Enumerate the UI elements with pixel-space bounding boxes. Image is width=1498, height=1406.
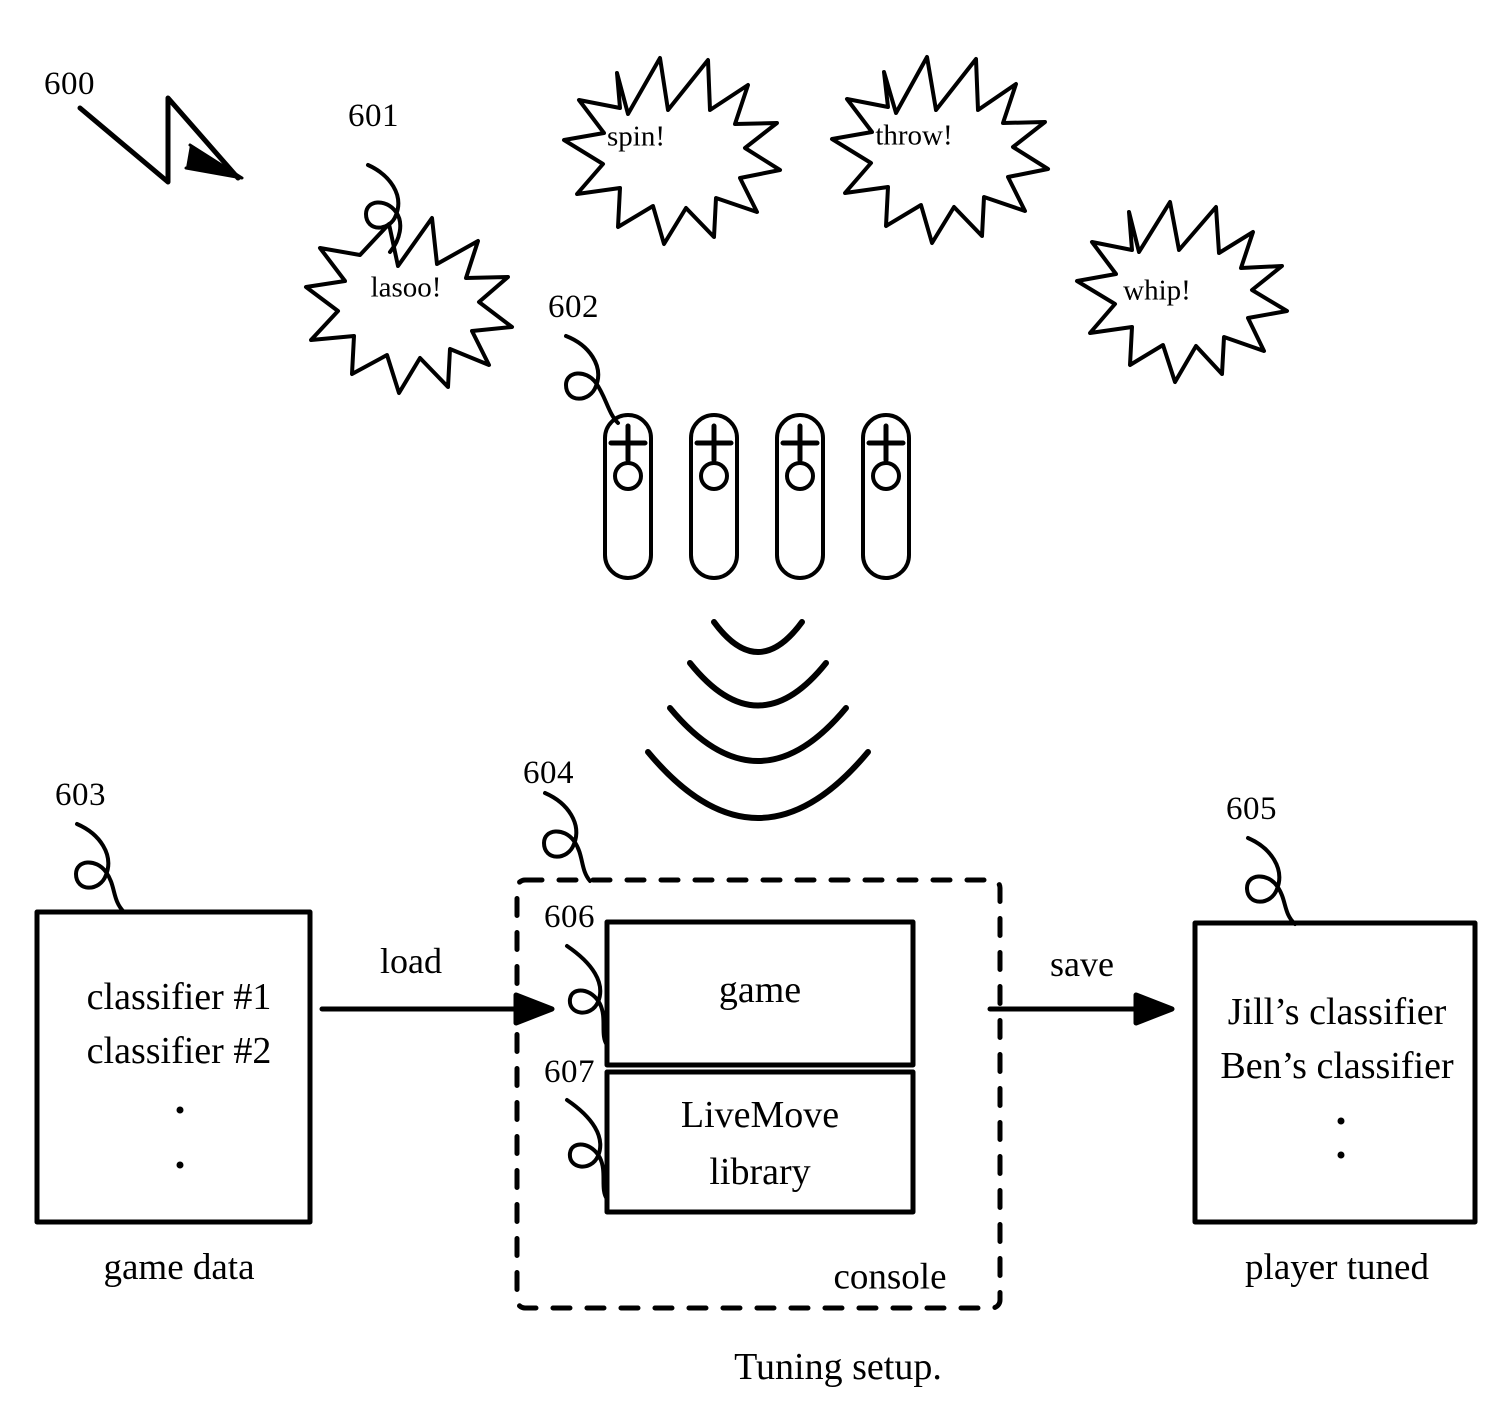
leader-605 bbox=[1245, 836, 1297, 926]
leader-601 bbox=[364, 163, 403, 254]
game-data-line-1: classifier #1 bbox=[86, 976, 272, 1018]
leader-606 bbox=[565, 944, 609, 1047]
ref-numeral-601: 601 bbox=[348, 98, 399, 134]
figure-leader-arrow-600 bbox=[77, 95, 244, 185]
controller-2 bbox=[689, 413, 739, 580]
ref-numeral-604: 604 bbox=[523, 755, 574, 791]
gesture-burst-label-lasoo: lasoo! bbox=[370, 271, 442, 304]
ref-numeral-605: 605 bbox=[1226, 791, 1277, 827]
leader-604 bbox=[542, 791, 592, 883]
controller-1 bbox=[603, 413, 653, 580]
game-data-line-2: classifier #2 bbox=[86, 1030, 272, 1072]
player-tuned-ellipsis-dot-1 bbox=[1337, 1117, 1345, 1125]
load-arrow bbox=[319, 992, 555, 1026]
player-tuned-ellipsis-dot-2 bbox=[1337, 1151, 1345, 1159]
livemove-module-label-line-1: LiveMove bbox=[680, 1094, 840, 1136]
game-data-ellipsis-dot-1 bbox=[176, 1106, 184, 1114]
player-tuned-caption: player tuned bbox=[1245, 1247, 1429, 1288]
game-data-ellipsis-dot-2 bbox=[176, 1161, 184, 1169]
gesture-burst-lasoo bbox=[304, 216, 514, 395]
controller-4 bbox=[861, 413, 911, 580]
figure-line-art bbox=[34, 55, 1478, 1311]
livemove-module-label-line-2: library bbox=[709, 1151, 811, 1193]
player-tuned-line-1: Jill’s classifier bbox=[1227, 991, 1447, 1033]
load-arrow-label: load bbox=[380, 941, 442, 981]
leader-607 bbox=[565, 1098, 609, 1201]
wireless-signal-arcs bbox=[645, 619, 871, 821]
console-caption: console bbox=[833, 1256, 947, 1298]
ref-numeral-606: 606 bbox=[544, 899, 595, 935]
leader-602 bbox=[564, 334, 620, 425]
gesture-burst-label-whip: whip! bbox=[1123, 274, 1191, 307]
controller-3 bbox=[775, 413, 825, 580]
ref-numeral-607: 607 bbox=[544, 1054, 595, 1090]
game-data-caption: game data bbox=[103, 1247, 255, 1288]
ref-numeral-600: 600 bbox=[44, 66, 95, 102]
gesture-burst-label-spin: spin! bbox=[607, 120, 665, 153]
save-arrow bbox=[987, 992, 1175, 1026]
gesture-burst-spin bbox=[562, 56, 782, 246]
patent-figure-tuning-setup: 600 601 602 603 604 605 606 607 lasoo! s… bbox=[0, 0, 1498, 1406]
leader-603 bbox=[74, 822, 126, 914]
ref-numeral-603: 603 bbox=[55, 777, 106, 813]
figure-caption: Tuning setup. bbox=[734, 1346, 942, 1388]
ref-numeral-602: 602 bbox=[548, 289, 599, 325]
player-tuned-line-2: Ben’s classifier bbox=[1220, 1045, 1454, 1087]
save-arrow-label: save bbox=[1050, 944, 1114, 984]
gesture-burst-label-throw: throw! bbox=[875, 119, 953, 152]
game-module-label: game bbox=[718, 969, 802, 1011]
